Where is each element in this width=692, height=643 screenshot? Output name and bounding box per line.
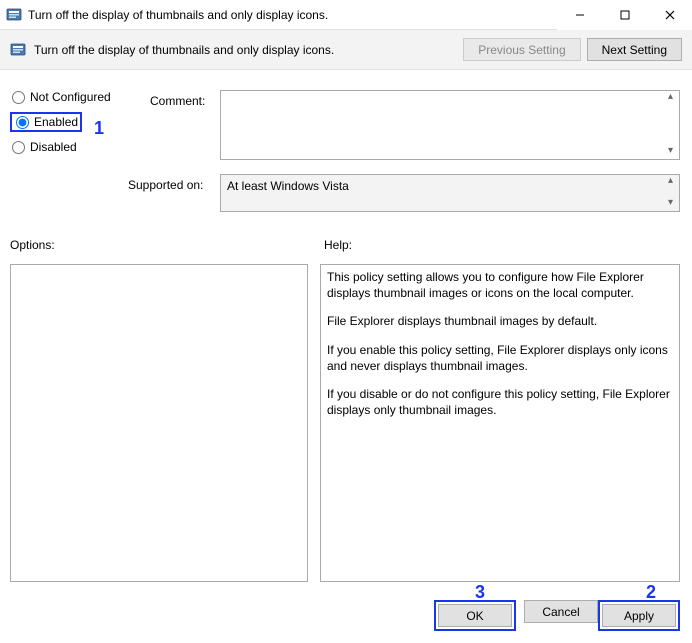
- help-paragraph: File Explorer displays thumbnail images …: [327, 313, 673, 329]
- titlebar: Turn off the display of thumbnails and o…: [0, 0, 692, 30]
- supported-on-field: At least Windows Vista: [220, 174, 680, 212]
- help-label: Help:: [324, 238, 352, 252]
- minimize-button[interactable]: [557, 0, 602, 30]
- annotation-highlight-1: Enabled: [10, 112, 82, 132]
- scroll-up-icon[interactable]: ▴: [662, 91, 679, 105]
- dialog-buttons: OK Cancel Apply: [434, 600, 680, 631]
- scroll-up-icon[interactable]: ▴: [662, 175, 679, 189]
- next-setting-button[interactable]: Next Setting: [587, 38, 682, 61]
- header-title: Turn off the display of thumbnails and o…: [34, 43, 457, 57]
- options-label: Options:: [10, 238, 55, 252]
- annotation-number-3: 3: [475, 582, 485, 603]
- window-controls: [557, 0, 692, 30]
- supported-value: At least Windows Vista: [227, 179, 349, 193]
- scroll-down-icon[interactable]: ▾: [662, 145, 679, 159]
- radio-enabled-input[interactable]: [16, 116, 29, 129]
- annotation-number-2: 2: [646, 582, 656, 603]
- help-paragraph: This policy setting allows you to config…: [327, 269, 673, 301]
- policy-icon: [10, 42, 26, 58]
- supported-scrollbar[interactable]: ▴ ▾: [662, 175, 679, 211]
- annotation-number-1: 1: [94, 118, 104, 139]
- radio-disabled-input[interactable]: [12, 141, 25, 154]
- window-title: Turn off the display of thumbnails and o…: [28, 8, 557, 22]
- radio-not-configured[interactable]: Not Configured: [10, 90, 120, 104]
- cancel-button[interactable]: Cancel: [524, 600, 598, 623]
- annotation-highlight-2: Apply: [598, 600, 680, 631]
- radio-label: Not Configured: [30, 90, 111, 104]
- radio-not-configured-input[interactable]: [12, 91, 25, 104]
- radio-enabled[interactable]: Enabled: [14, 115, 78, 129]
- annotation-highlight-3: OK: [434, 600, 516, 631]
- policy-icon: [6, 7, 22, 23]
- radio-disabled[interactable]: Disabled: [10, 140, 120, 154]
- help-paragraph: If you disable or do not configure this …: [327, 386, 673, 418]
- comment-textarea[interactable]: [220, 90, 680, 160]
- help-paragraph: If you enable this policy setting, File …: [327, 342, 673, 374]
- supported-label: Supported on:: [128, 178, 203, 192]
- radio-label: Enabled: [34, 115, 78, 129]
- comment-label: Comment:: [150, 94, 205, 108]
- previous-setting-button: Previous Setting: [463, 38, 580, 61]
- apply-button[interactable]: Apply: [602, 604, 676, 627]
- scroll-down-icon[interactable]: ▾: [662, 197, 679, 211]
- header-bar: Turn off the display of thumbnails and o…: [0, 30, 692, 70]
- radio-label: Disabled: [30, 140, 77, 154]
- comment-scrollbar[interactable]: ▴ ▾: [662, 91, 679, 159]
- close-button[interactable]: [647, 0, 692, 30]
- ok-button[interactable]: OK: [438, 604, 512, 627]
- options-panel: [10, 264, 308, 582]
- help-panel: This policy setting allows you to config…: [320, 264, 680, 582]
- maximize-button[interactable]: [602, 0, 647, 30]
